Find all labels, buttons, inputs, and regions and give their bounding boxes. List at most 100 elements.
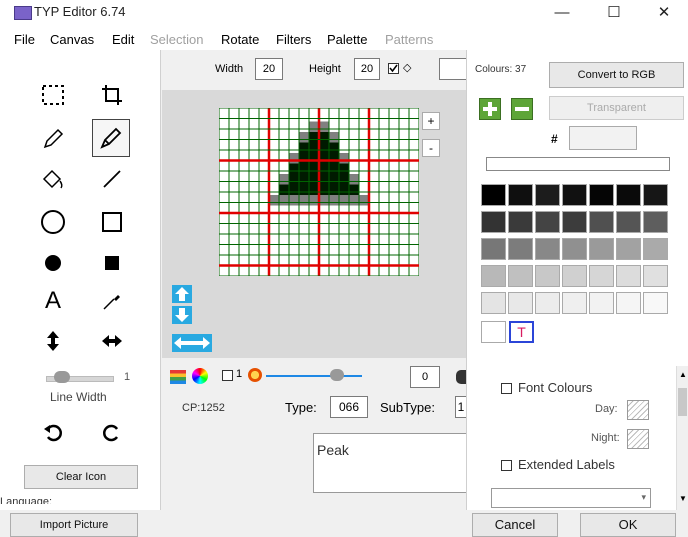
menu-patterns[interactable]: Patterns — [385, 32, 433, 47]
filled-ellipse-icon[interactable] — [36, 246, 70, 280]
palette-swatch[interactable] — [508, 292, 533, 314]
day-colour-swatch[interactable] — [627, 400, 649, 420]
minimize-button[interactable]: — — [540, 2, 584, 26]
palette-swatch[interactable] — [616, 211, 641, 233]
palette-swatch[interactable] — [643, 265, 668, 287]
palette-swatch[interactable] — [535, 265, 560, 287]
aspect-lock-checkbox[interactable] — [388, 63, 399, 74]
ok-button[interactable]: OK — [580, 513, 676, 537]
palette-swatch[interactable] — [481, 292, 506, 314]
brush-icon[interactable] — [92, 119, 130, 157]
color-wheel-icon[interactable] — [192, 368, 208, 384]
palette-swatch[interactable] — [481, 238, 506, 260]
convert-to-rgb-button[interactable]: Convert to RGB — [549, 62, 684, 88]
height-input[interactable]: 20 — [354, 58, 380, 80]
move-up-icon[interactable] — [172, 285, 192, 303]
brightness-slider-thumb[interactable] — [330, 369, 344, 381]
palette-swatch[interactable] — [643, 184, 668, 206]
palette-swatch[interactable] — [589, 292, 614, 314]
palette-swatch[interactable] — [589, 184, 614, 206]
palette-swatch[interactable] — [616, 292, 641, 314]
checkbox-1[interactable] — [222, 370, 233, 381]
scroll-thumb[interactable] — [678, 388, 687, 416]
palette-swatch[interactable] — [481, 265, 506, 287]
hex-input[interactable] — [569, 126, 637, 150]
line-icon[interactable] — [95, 162, 129, 196]
palette-swatch[interactable] — [643, 211, 668, 233]
zoom-out-button[interactable]: - — [422, 139, 440, 157]
palette-swatch[interactable] — [535, 184, 560, 206]
palette-swatch[interactable] — [535, 292, 560, 314]
night-colour-swatch[interactable] — [627, 429, 649, 449]
move-horizontal-icon[interactable] — [172, 334, 212, 352]
scroll-down-icon[interactable]: ▼ — [679, 494, 687, 503]
menu-palette[interactable]: Palette — [327, 32, 367, 47]
menu-canvas[interactable]: Canvas — [50, 32, 94, 47]
eyedropper-icon[interactable] — [95, 284, 129, 318]
palette-swatch[interactable] — [481, 211, 506, 233]
menu-file[interactable]: File — [14, 32, 35, 47]
icon-pixel-grid[interactable] — [219, 108, 419, 276]
transparent-swatch-selected[interactable]: T — [509, 321, 534, 343]
flip-vertical-icon[interactable] — [36, 324, 70, 358]
extended-labels-checkbox[interactable] — [501, 460, 512, 471]
palette-swatch[interactable] — [535, 211, 560, 233]
add-colour-icon[interactable] — [479, 98, 501, 120]
language-dropdown[interactable]: ▾ — [491, 488, 651, 508]
brightness-value[interactable]: 0 — [410, 366, 440, 388]
palette-icon[interactable] — [170, 370, 186, 384]
move-down-icon[interactable] — [172, 306, 192, 324]
line-width-slider-thumb[interactable] — [54, 371, 70, 383]
palette-swatch[interactable] — [589, 238, 614, 260]
label-text-area[interactable]: Peak — [313, 433, 467, 493]
palette-swatch[interactable] — [535, 238, 560, 260]
pencil-icon[interactable] — [36, 122, 70, 156]
palette-swatch-empty[interactable] — [481, 321, 506, 343]
icon-pixel — [319, 174, 329, 185]
menu-selection[interactable]: Selection — [150, 32, 203, 47]
palette-swatch[interactable] — [616, 265, 641, 287]
menu-filters[interactable]: Filters — [276, 32, 311, 47]
palette-swatch[interactable] — [589, 211, 614, 233]
palette-swatch[interactable] — [589, 265, 614, 287]
close-button[interactable]: ✕ — [642, 2, 686, 26]
palette-swatch[interactable] — [508, 184, 533, 206]
maximize-button[interactable]: ☐ — [592, 2, 636, 26]
crop-icon[interactable] — [95, 78, 129, 112]
palette-swatch[interactable] — [562, 265, 587, 287]
palette-swatch[interactable] — [562, 292, 587, 314]
text-tool-icon[interactable]: A — [36, 284, 70, 318]
palette-swatch[interactable] — [616, 184, 641, 206]
palette-swatch[interactable] — [616, 238, 641, 260]
fill-bucket-icon[interactable] — [36, 162, 70, 196]
scroll-up-icon[interactable]: ▲ — [679, 370, 687, 379]
palette-swatch[interactable] — [562, 184, 587, 206]
palette-swatch[interactable] — [508, 265, 533, 287]
menu-edit[interactable]: Edit — [112, 32, 134, 47]
cancel-button[interactable]: Cancel — [472, 513, 558, 537]
width-input[interactable]: 20 — [255, 58, 283, 80]
undo-icon[interactable] — [36, 415, 70, 449]
palette-swatch[interactable] — [508, 238, 533, 260]
redo-icon[interactable] — [95, 415, 129, 449]
import-picture-button[interactable]: Import Picture — [10, 513, 138, 537]
palette-swatch[interactable] — [481, 184, 506, 206]
flip-horizontal-icon[interactable] — [95, 324, 129, 358]
ellipse-outline-icon[interactable] — [36, 205, 70, 239]
font-colours-checkbox[interactable] — [501, 383, 512, 394]
rect-select-icon[interactable] — [36, 78, 70, 112]
zoom-in-button[interactable]: + — [422, 112, 440, 130]
menu-rotate[interactable]: Rotate — [221, 32, 259, 47]
palette-swatch[interactable] — [643, 238, 668, 260]
remove-colour-icon[interactable] — [511, 98, 533, 120]
type-input[interactable]: 066 — [330, 396, 368, 418]
rectangle-outline-icon[interactable] — [95, 205, 129, 239]
palette-swatch[interactable] — [508, 211, 533, 233]
colour-panel-scrollbar[interactable]: ▲ ▼ — [676, 366, 688, 510]
clear-icon-button[interactable]: Clear Icon — [24, 465, 138, 489]
filled-rectangle-icon[interactable] — [95, 246, 129, 280]
palette-swatch[interactable] — [562, 238, 587, 260]
transparent-button[interactable]: Transparent — [549, 96, 684, 120]
palette-swatch[interactable] — [562, 211, 587, 233]
palette-swatch[interactable] — [643, 292, 668, 314]
